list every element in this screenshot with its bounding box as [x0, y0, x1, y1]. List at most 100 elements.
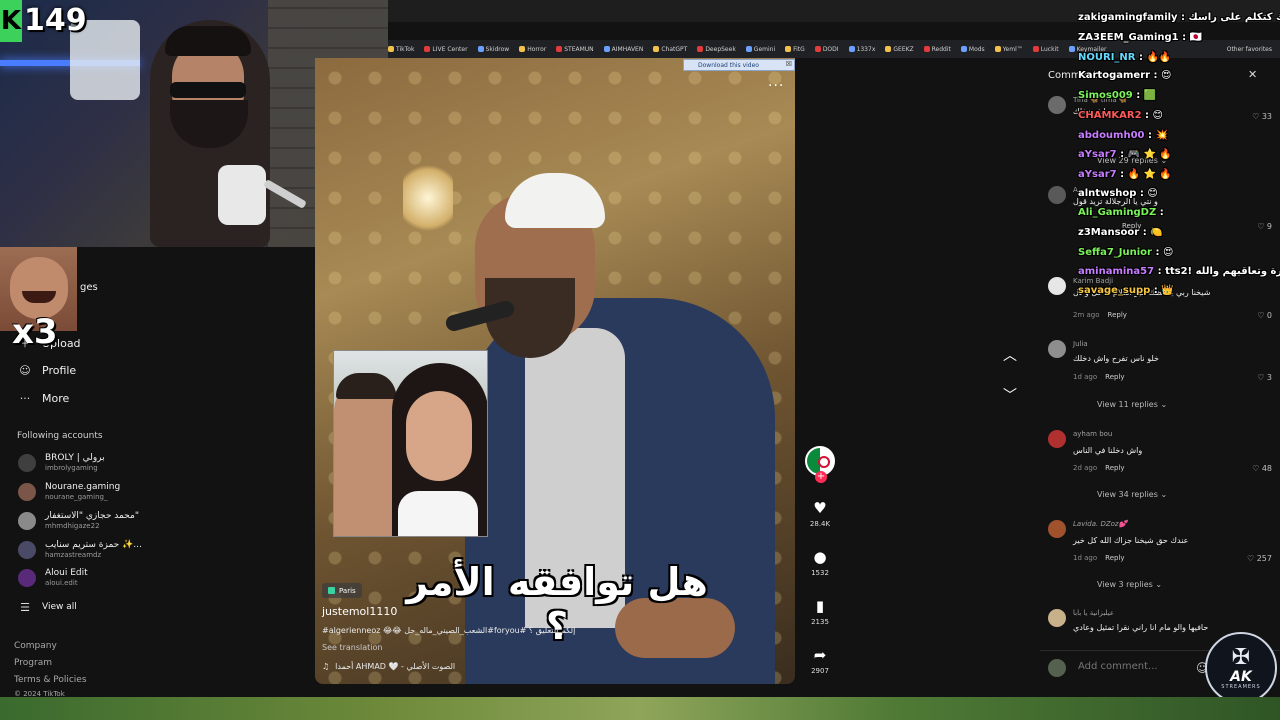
share-button[interactable]: ➦ 2907: [805, 645, 835, 675]
view-replies-button[interactable]: View 29 replies ⌄: [1097, 156, 1167, 165]
avatar[interactable]: [1048, 609, 1066, 627]
location-tag[interactable]: Paris: [322, 583, 362, 598]
following-account[interactable]: حمزة ستريم سنايب ✨... hamzastreamdz: [18, 540, 142, 560]
wall-lamp: [403, 158, 453, 238]
view-replies-button[interactable]: View 34 replies ⌄: [1097, 490, 1167, 499]
footer-link-program[interactable]: Program: [14, 658, 52, 668]
comment-like-count: 48: [1261, 464, 1272, 473]
bookmark-item[interactable]: AIMHAVEN: [603, 46, 643, 53]
sidebar-partial-label[interactable]: ges: [80, 282, 98, 293]
close-icon[interactable]: ✕: [1248, 68, 1257, 81]
following-account[interactable]: Nourane.gaming nourane_gaming_: [18, 482, 120, 502]
comment-button[interactable]: ● 1532: [805, 547, 835, 577]
sidebar-item-profile[interactable]: ☺ Profile: [18, 363, 76, 377]
bookmark-item[interactable]: ChatGPT: [653, 46, 687, 53]
bookmark-item[interactable]: TikTok: [388, 46, 414, 53]
follow-plus-icon[interactable]: +: [815, 471, 827, 483]
account-name: Nourane.gaming: [45, 482, 121, 492]
download-video-button[interactable]: Download this video ☒: [683, 59, 795, 71]
bookmark-item[interactable]: DODI: [814, 46, 839, 53]
avatar[interactable]: [1048, 430, 1066, 448]
bookmark-item[interactable]: GEEKZ: [885, 46, 914, 53]
bookmark-item[interactable]: Luckit: [1032, 46, 1059, 53]
sidebar-item-label: Profile: [42, 363, 77, 377]
reply-button[interactable]: Reply: [1122, 222, 1141, 230]
save-count: 2135: [811, 618, 829, 626]
following-account[interactable]: محمد حجازي "الاستغفار" mhmdhigaze22: [18, 511, 139, 531]
view-all-label: View all: [42, 602, 77, 612]
like-count: 28.4K: [809, 520, 831, 528]
next-video-chevron-down-icon[interactable]: ﹀: [1003, 385, 1017, 405]
bookmark-item[interactable]: STEAMUN: [556, 46, 594, 53]
avatar[interactable]: [1048, 340, 1066, 358]
comment-likes[interactable]: ♡ 3: [1257, 373, 1272, 382]
avatar[interactable]: [1048, 186, 1066, 204]
comment-meta: 2m ago Reply: [1073, 311, 1127, 319]
comment-user[interactable]: Lavida. DZoz💕: [1073, 520, 1127, 528]
bookmark-favicon-icon: [556, 46, 563, 52]
view-replies-button[interactable]: View 3 replies ⌄: [1097, 580, 1162, 589]
bookmark-item[interactable]: Keymailer: [1068, 46, 1107, 53]
bookmark-item[interactable]: Yeml™: [994, 46, 1023, 53]
profile-icon: ☺: [19, 363, 31, 377]
reply-button[interactable]: Reply: [1108, 311, 1127, 319]
following-account[interactable]: BROLY | برولي imbrolygaming: [18, 453, 105, 473]
comment-like-count: 257: [1256, 554, 1272, 563]
comment-likes[interactable]: ♡ 257: [1247, 554, 1272, 563]
comment-likes[interactable]: ♡ 33: [1252, 112, 1272, 121]
comment-likes[interactable]: ♡ 0: [1257, 311, 1272, 320]
save-button[interactable]: ▮ 2135: [805, 596, 835, 626]
reply-button[interactable]: Reply: [1105, 464, 1124, 472]
bookmark-label: Reddit: [931, 45, 951, 53]
comment-user[interactable]: A...: [1073, 186, 1084, 194]
sidebar-item-more[interactable]: ··· More: [18, 391, 70, 405]
bookmark-item[interactable]: 1337x: [848, 46, 875, 53]
avatar: [18, 454, 36, 472]
more-icon: ···: [19, 391, 31, 405]
bookmark-item[interactable]: Mods: [960, 46, 985, 53]
following-account[interactable]: Aloui Edit aloui.edit: [18, 568, 88, 588]
bookmark-item[interactable]: Skidrow: [477, 46, 509, 53]
bookmark-item[interactable]: Reddit: [923, 45, 951, 53]
reply-button[interactable]: Reply: [1105, 373, 1124, 381]
view-all-button[interactable]: ☰ View all: [18, 600, 77, 614]
following-accounts-title: Following accounts: [17, 431, 103, 441]
other-favorites[interactable]: Other favorites: [1227, 40, 1272, 58]
comment-likes[interactable]: ♡ 48: [1252, 464, 1272, 473]
footer-link-terms[interactable]: Terms & Policies: [14, 675, 87, 685]
more-options-icon[interactable]: ···: [768, 78, 784, 94]
avatar[interactable]: [1048, 520, 1066, 538]
comment-likes[interactable]: ♡ 9: [1257, 222, 1272, 231]
previous-video-chevron-up-icon[interactable]: ︿: [1003, 345, 1017, 365]
close-icon[interactable]: ☒: [786, 60, 792, 68]
comment-meta: 2d ago Reply: [1073, 464, 1125, 472]
comment-user[interactable]: ayham bou: [1073, 430, 1112, 438]
like-button[interactable]: ♥ 28.4K: [805, 498, 835, 528]
comment-user[interactable]: Julia: [1073, 340, 1088, 348]
video-author[interactable]: justemol1110: [322, 605, 397, 618]
comments-title: Comments: [1048, 70, 1103, 81]
microphone: [218, 165, 266, 225]
view-replies-button[interactable]: View 11 replies ⌄: [1097, 400, 1167, 409]
bookmark-item[interactable]: DeepSeek: [697, 46, 736, 53]
bookmark-item[interactable]: FitG: [785, 46, 805, 53]
inset-photo: [333, 350, 488, 537]
avatar[interactable]: [1048, 96, 1066, 114]
avatar[interactable]: [1048, 277, 1066, 295]
footer-link-company[interactable]: Company: [14, 641, 57, 651]
comment-user[interactable]: Karim Badji: [1073, 277, 1113, 285]
reply-button[interactable]: Reply: [1105, 554, 1124, 562]
bookmark-item[interactable]: Horror: [519, 46, 546, 53]
sound-label: أحمدا AHMAD 🤍 - الصوت الأصلي: [335, 662, 456, 671]
see-translation-link[interactable]: See translation: [322, 643, 382, 652]
sound-link[interactable]: ♫ أحمدا AHMAD 🤍 - الصوت الأصلي: [322, 662, 455, 671]
location-icon: [328, 587, 335, 594]
sidebar-item-label: More: [42, 391, 70, 405]
comment-user[interactable]: عيلبزانية يا بابا: [1073, 609, 1114, 617]
bookmark-label: TikTok: [396, 45, 415, 53]
bookmark-item[interactable]: LIVE Center: [424, 46, 468, 53]
bookmark-item[interactable]: Gemini: [745, 46, 775, 53]
comment-user[interactable]: Tina 🦋 tima 🦋: [1073, 96, 1128, 104]
avatar: [1048, 659, 1066, 677]
comment-time: 1d ago: [1073, 554, 1098, 562]
